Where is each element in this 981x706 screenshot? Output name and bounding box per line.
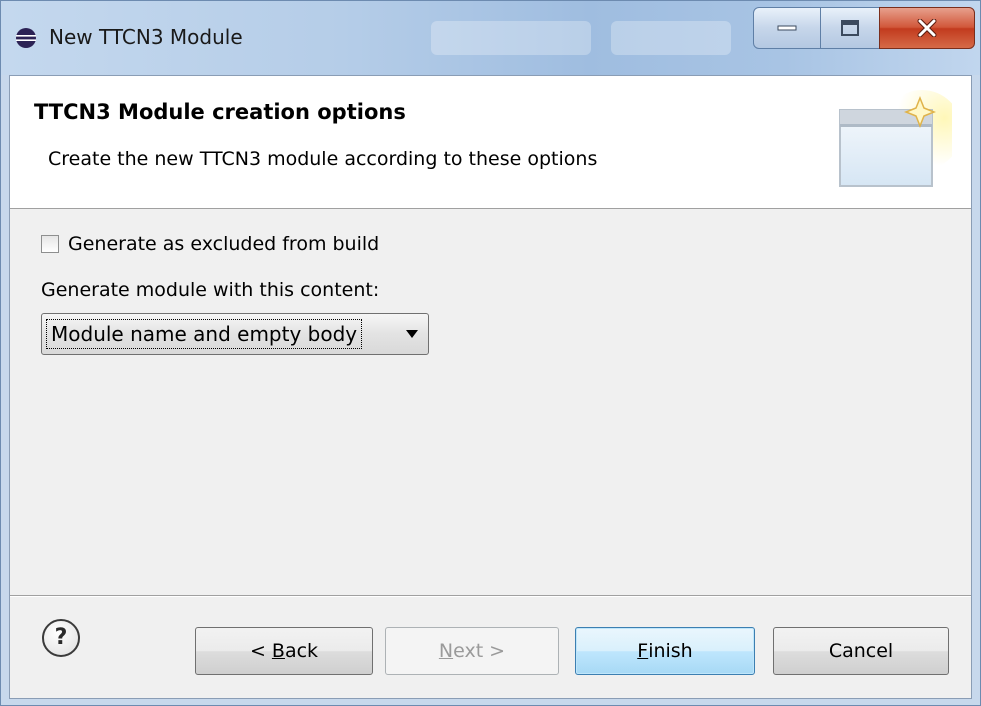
exclude-from-build-option[interactable]: Generate as excluded from build (41, 233, 379, 255)
window-title: New TTCN3 Module (49, 25, 243, 49)
background-blur-decoration (611, 21, 731, 55)
help-button[interactable]: ? (42, 619, 80, 657)
finish-button[interactable]: Finish (575, 627, 755, 675)
dialog-window: New TTCN3 Module TTCN3 Module creation o… (0, 0, 981, 706)
close-button[interactable] (879, 7, 975, 49)
wizard-page-content: Generate as excluded from build Generate… (10, 209, 971, 595)
module-content-selected-value: Module name and empty body (46, 319, 363, 349)
title-bar[interactable]: New TTCN3 Module (1, 1, 980, 75)
back-button-prefix: < (249, 640, 272, 662)
wizard-header: TTCN3 Module creation options Create the… (10, 76, 971, 209)
minimize-icon (777, 25, 797, 31)
background-blur-decoration (431, 21, 591, 55)
finish-button-label: inish (648, 640, 693, 662)
next-button[interactable]: Next > (385, 627, 559, 675)
exclude-from-build-checkbox[interactable] (41, 235, 59, 253)
minimize-button[interactable] (753, 7, 821, 49)
module-content-select[interactable]: Module name and empty body (41, 313, 429, 355)
maximize-icon (841, 20, 859, 36)
back-button[interactable]: < Back (195, 627, 373, 675)
help-icon: ? (54, 625, 68, 650)
module-content-label: Generate module with this content: (41, 279, 380, 301)
close-icon (917, 19, 937, 37)
back-button-label: ack (284, 640, 319, 662)
cancel-button-label: Cancel (828, 640, 894, 662)
new-file-wizard-icon (839, 90, 952, 187)
next-button-label: ext > (453, 640, 506, 662)
header-title: TTCN3 Module creation options (34, 100, 406, 124)
chevron-down-icon (406, 330, 418, 338)
back-button-mnemonic: B (271, 640, 285, 662)
button-bar-separator (10, 595, 971, 597)
maximize-button[interactable] (820, 7, 880, 49)
finish-button-mnemonic: F (637, 640, 649, 662)
cancel-button[interactable]: Cancel (773, 627, 949, 675)
dialog-client-area: TTCN3 Module creation options Create the… (9, 75, 972, 699)
eclipse-icon (16, 28, 36, 48)
exclude-from-build-label[interactable]: Generate as excluded from build (68, 233, 379, 255)
header-description: Create the new TTCN3 module according to… (48, 148, 598, 170)
next-button-mnemonic: N (438, 640, 454, 662)
